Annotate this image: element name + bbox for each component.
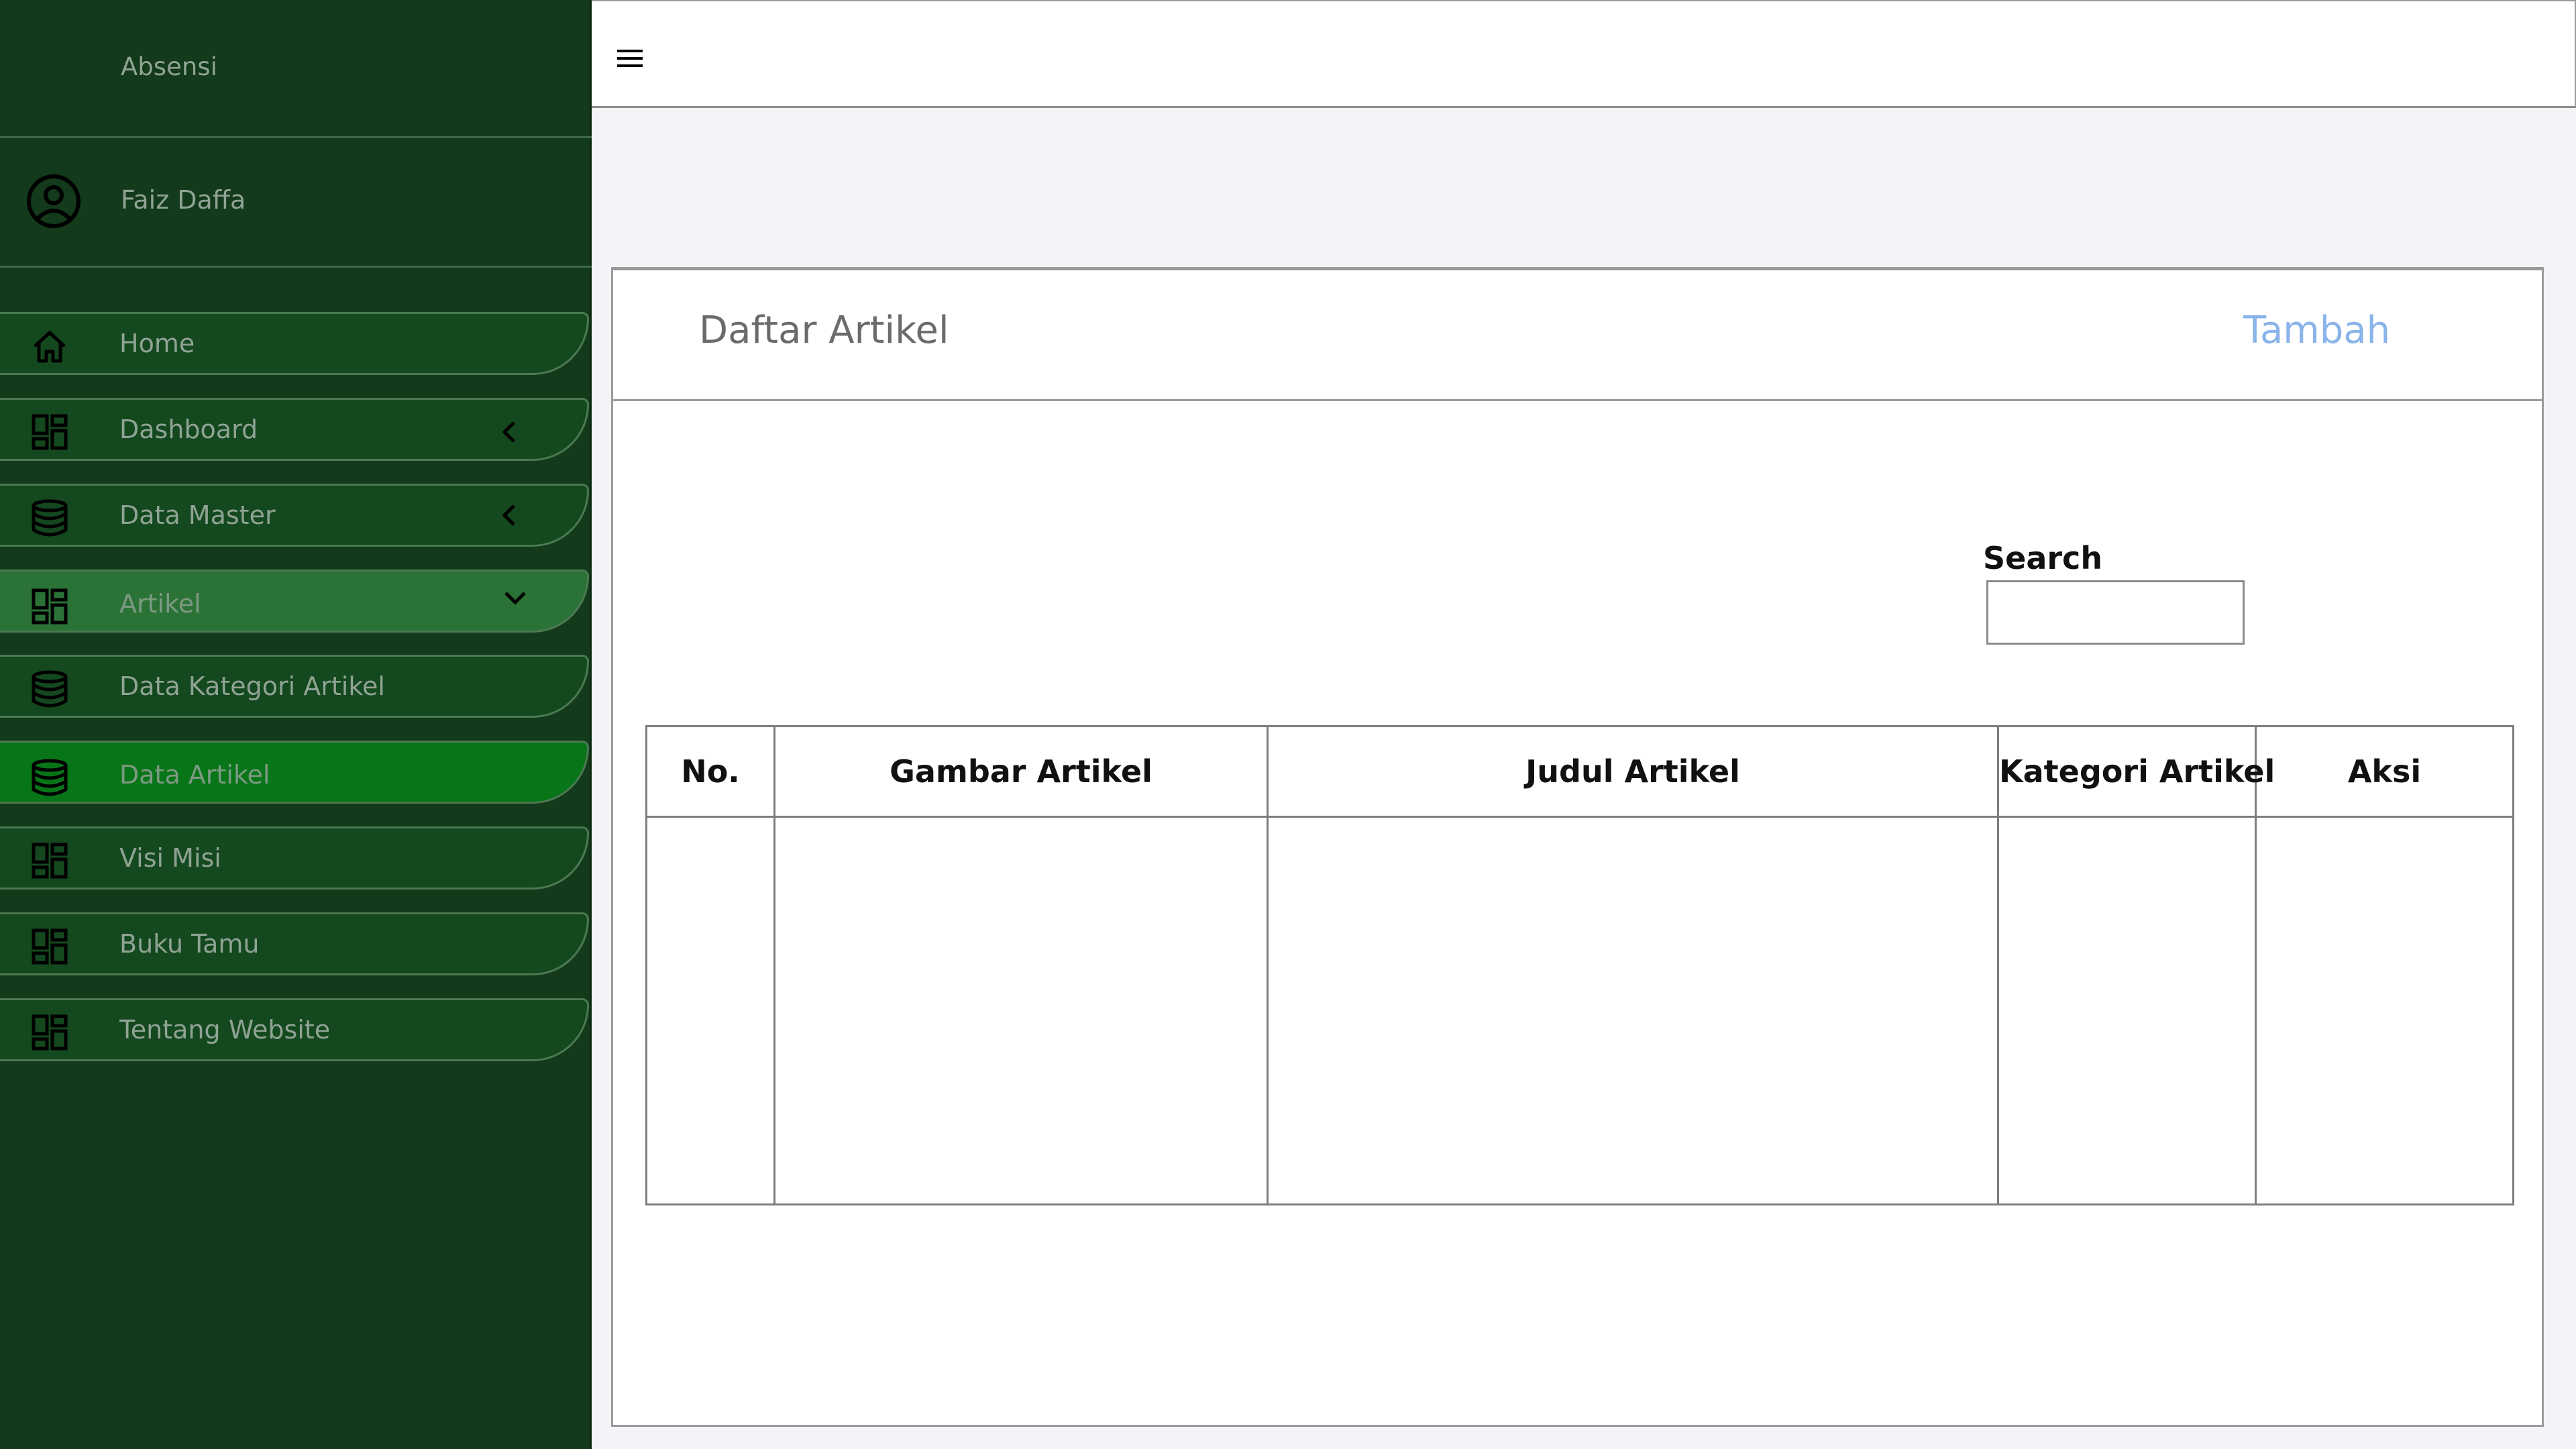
top-bar xyxy=(592,0,2576,108)
sidebar-item-artikel[interactable]: Artikel xyxy=(0,570,589,633)
user-circle-icon xyxy=(27,174,80,228)
sidebar-item-tentang-website[interactable]: Tentang Website xyxy=(0,998,589,1061)
chevron-down-icon xyxy=(504,592,526,605)
sidebar-item-label: Artikel xyxy=(119,589,201,619)
table-header-row: No. Gambar Artikel Judul Artikel Kategor… xyxy=(645,725,2514,818)
sidebar-item-visi-misi[interactable]: Visi Misi xyxy=(0,826,589,890)
dashboard-icon xyxy=(32,843,68,879)
sidebar-item-label: Data Master xyxy=(119,500,276,530)
sidebar-item-data-kategori-artikel[interactable]: Data Kategori Artikel xyxy=(0,655,589,718)
sidebar: Absensi Faiz Daffa Home Dashboard Data M… xyxy=(0,0,592,1449)
database-icon xyxy=(32,499,68,537)
column-header-no: No. xyxy=(645,725,775,818)
user-name: Faiz Daffa xyxy=(121,185,246,215)
sidebar-item-label: Dashboard xyxy=(119,415,258,444)
column-header-judul-artikel: Judul Artikel xyxy=(1267,725,1999,818)
hamburger-menu-icon[interactable] xyxy=(616,47,644,70)
sidebar-item-data-artikel[interactable]: Data Artikel xyxy=(0,741,589,804)
table-cell xyxy=(2255,816,2514,1205)
dashboard-icon xyxy=(32,928,68,965)
page-title: Daftar Artikel xyxy=(699,309,949,352)
sidebar-item-buku-tamu[interactable]: Buku Tamu xyxy=(0,912,589,975)
card-header: Daftar Artikel Tambah xyxy=(613,270,2542,401)
sidebar-item-label: Buku Tamu xyxy=(119,929,260,959)
user-panel[interactable]: Faiz Daffa xyxy=(0,138,592,268)
sidebar-item-label: Visi Misi xyxy=(119,843,221,873)
app-title: Absensi xyxy=(121,52,217,81)
sidebar-item-dashboard[interactable]: Dashboard xyxy=(0,398,589,461)
article-table: No. Gambar Artikel Judul Artikel Kategor… xyxy=(645,725,2514,1205)
sidebar-item-data-master[interactable]: Data Master xyxy=(0,484,589,547)
search-label: Search xyxy=(1983,540,2103,576)
dashboard-icon xyxy=(32,414,68,450)
sidebar-item-label: Data Kategori Artikel xyxy=(119,672,385,701)
chevron-left-icon xyxy=(502,504,515,526)
table-cell xyxy=(773,816,1269,1205)
column-header-aksi: Aksi xyxy=(2255,725,2514,818)
dashboard-icon xyxy=(32,1014,68,1051)
add-article-button[interactable]: Tambah xyxy=(2243,309,2390,352)
database-icon xyxy=(32,670,68,708)
column-header-gambar-artikel: Gambar Artikel xyxy=(773,725,1269,818)
sidebar-item-label: Tentang Website xyxy=(119,1015,331,1044)
table-cell xyxy=(1267,816,1999,1205)
sidebar-brand: Absensi xyxy=(0,0,592,138)
table-cell xyxy=(645,816,775,1205)
column-header-kategori-artikel: Kategori Artikel xyxy=(1997,725,2275,818)
table-cell xyxy=(1997,816,2257,1205)
sidebar-item-home[interactable]: Home xyxy=(0,312,589,375)
search-input[interactable] xyxy=(1986,580,2245,645)
table-row xyxy=(645,816,2514,1205)
sidebar-item-label: Data Artikel xyxy=(119,760,270,790)
chevron-left-icon xyxy=(502,421,515,443)
dashboard-icon xyxy=(32,588,68,625)
database-icon xyxy=(32,759,68,796)
sidebar-item-label: Home xyxy=(119,329,195,358)
home-icon xyxy=(34,331,66,363)
article-list-card: Daftar Artikel Tambah Search No. Gambar … xyxy=(611,267,2544,1427)
